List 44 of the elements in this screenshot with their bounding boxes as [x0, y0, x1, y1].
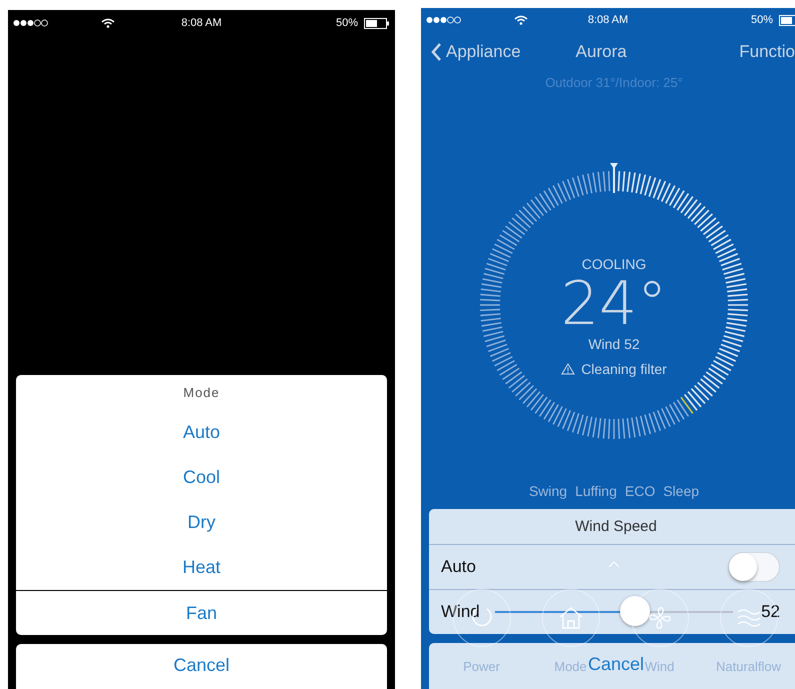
- mode-option[interactable]: Auto: [16, 410, 387, 455]
- feature-option[interactable]: Sleep: [663, 483, 700, 499]
- wifi-icon: [514, 15, 528, 25]
- battery-icon: [364, 18, 390, 28]
- warning-icon: [561, 363, 576, 375]
- back-button[interactable]: Appliance: [431, 42, 521, 62]
- round-control-button[interactable]: [720, 589, 778, 647]
- wind-label: Wind: [441, 602, 480, 622]
- auto-label: Auto: [441, 557, 476, 577]
- screen-title: Aurora: [576, 42, 627, 62]
- function-link[interactable]: Functio: [739, 42, 795, 62]
- signal-icon: [426, 16, 462, 24]
- status-time: 8:08 AM: [588, 14, 628, 26]
- control-label: Power: [463, 659, 500, 674]
- pointer-marker: [610, 163, 618, 193]
- status-time: 8:08 AM: [181, 17, 222, 29]
- feature-option[interactable]: Swing: [528, 483, 568, 499]
- control-label: Mode: [554, 659, 587, 674]
- mode-option[interactable]: Dry: [16, 500, 387, 545]
- wind-value: 52: [761, 602, 780, 622]
- battery-percent: 50%: [750, 14, 773, 26]
- battery-percent: 50%: [336, 17, 358, 29]
- sheet-title: Wind Speed: [429, 509, 795, 545]
- round-control-button[interactable]: [630, 589, 688, 647]
- mode-status: COOLING: [582, 255, 646, 273]
- round-control-button[interactable]: [542, 589, 600, 647]
- feature-option[interactable]: Luffing: [575, 483, 617, 499]
- sheet-title: Mode: [182, 384, 221, 402]
- mode-option[interactable]: Fan: [16, 590, 387, 635]
- temperature: 24°: [560, 273, 668, 335]
- alert-text: Cleaning filter: [581, 360, 667, 378]
- control-label: Wind: [644, 659, 674, 674]
- control-label: Naturalflow: [716, 659, 782, 674]
- wifi-icon: [101, 18, 115, 28]
- slider-thumb[interactable]: [620, 596, 650, 626]
- auto-toggle[interactable]: [728, 552, 780, 582]
- climate-reading: Outdoor 31°/Indoor: 25°: [544, 74, 684, 92]
- cancel-button[interactable]: Cancel: [16, 644, 387, 689]
- mode-option[interactable]: Heat: [16, 545, 387, 590]
- feature-option[interactable]: ECO: [624, 483, 656, 499]
- mode-option[interactable]: Cool: [16, 455, 387, 500]
- wind-status: Wind 52: [588, 335, 640, 353]
- back-chevron-icon: [431, 42, 442, 62]
- signal-icon: [13, 19, 49, 27]
